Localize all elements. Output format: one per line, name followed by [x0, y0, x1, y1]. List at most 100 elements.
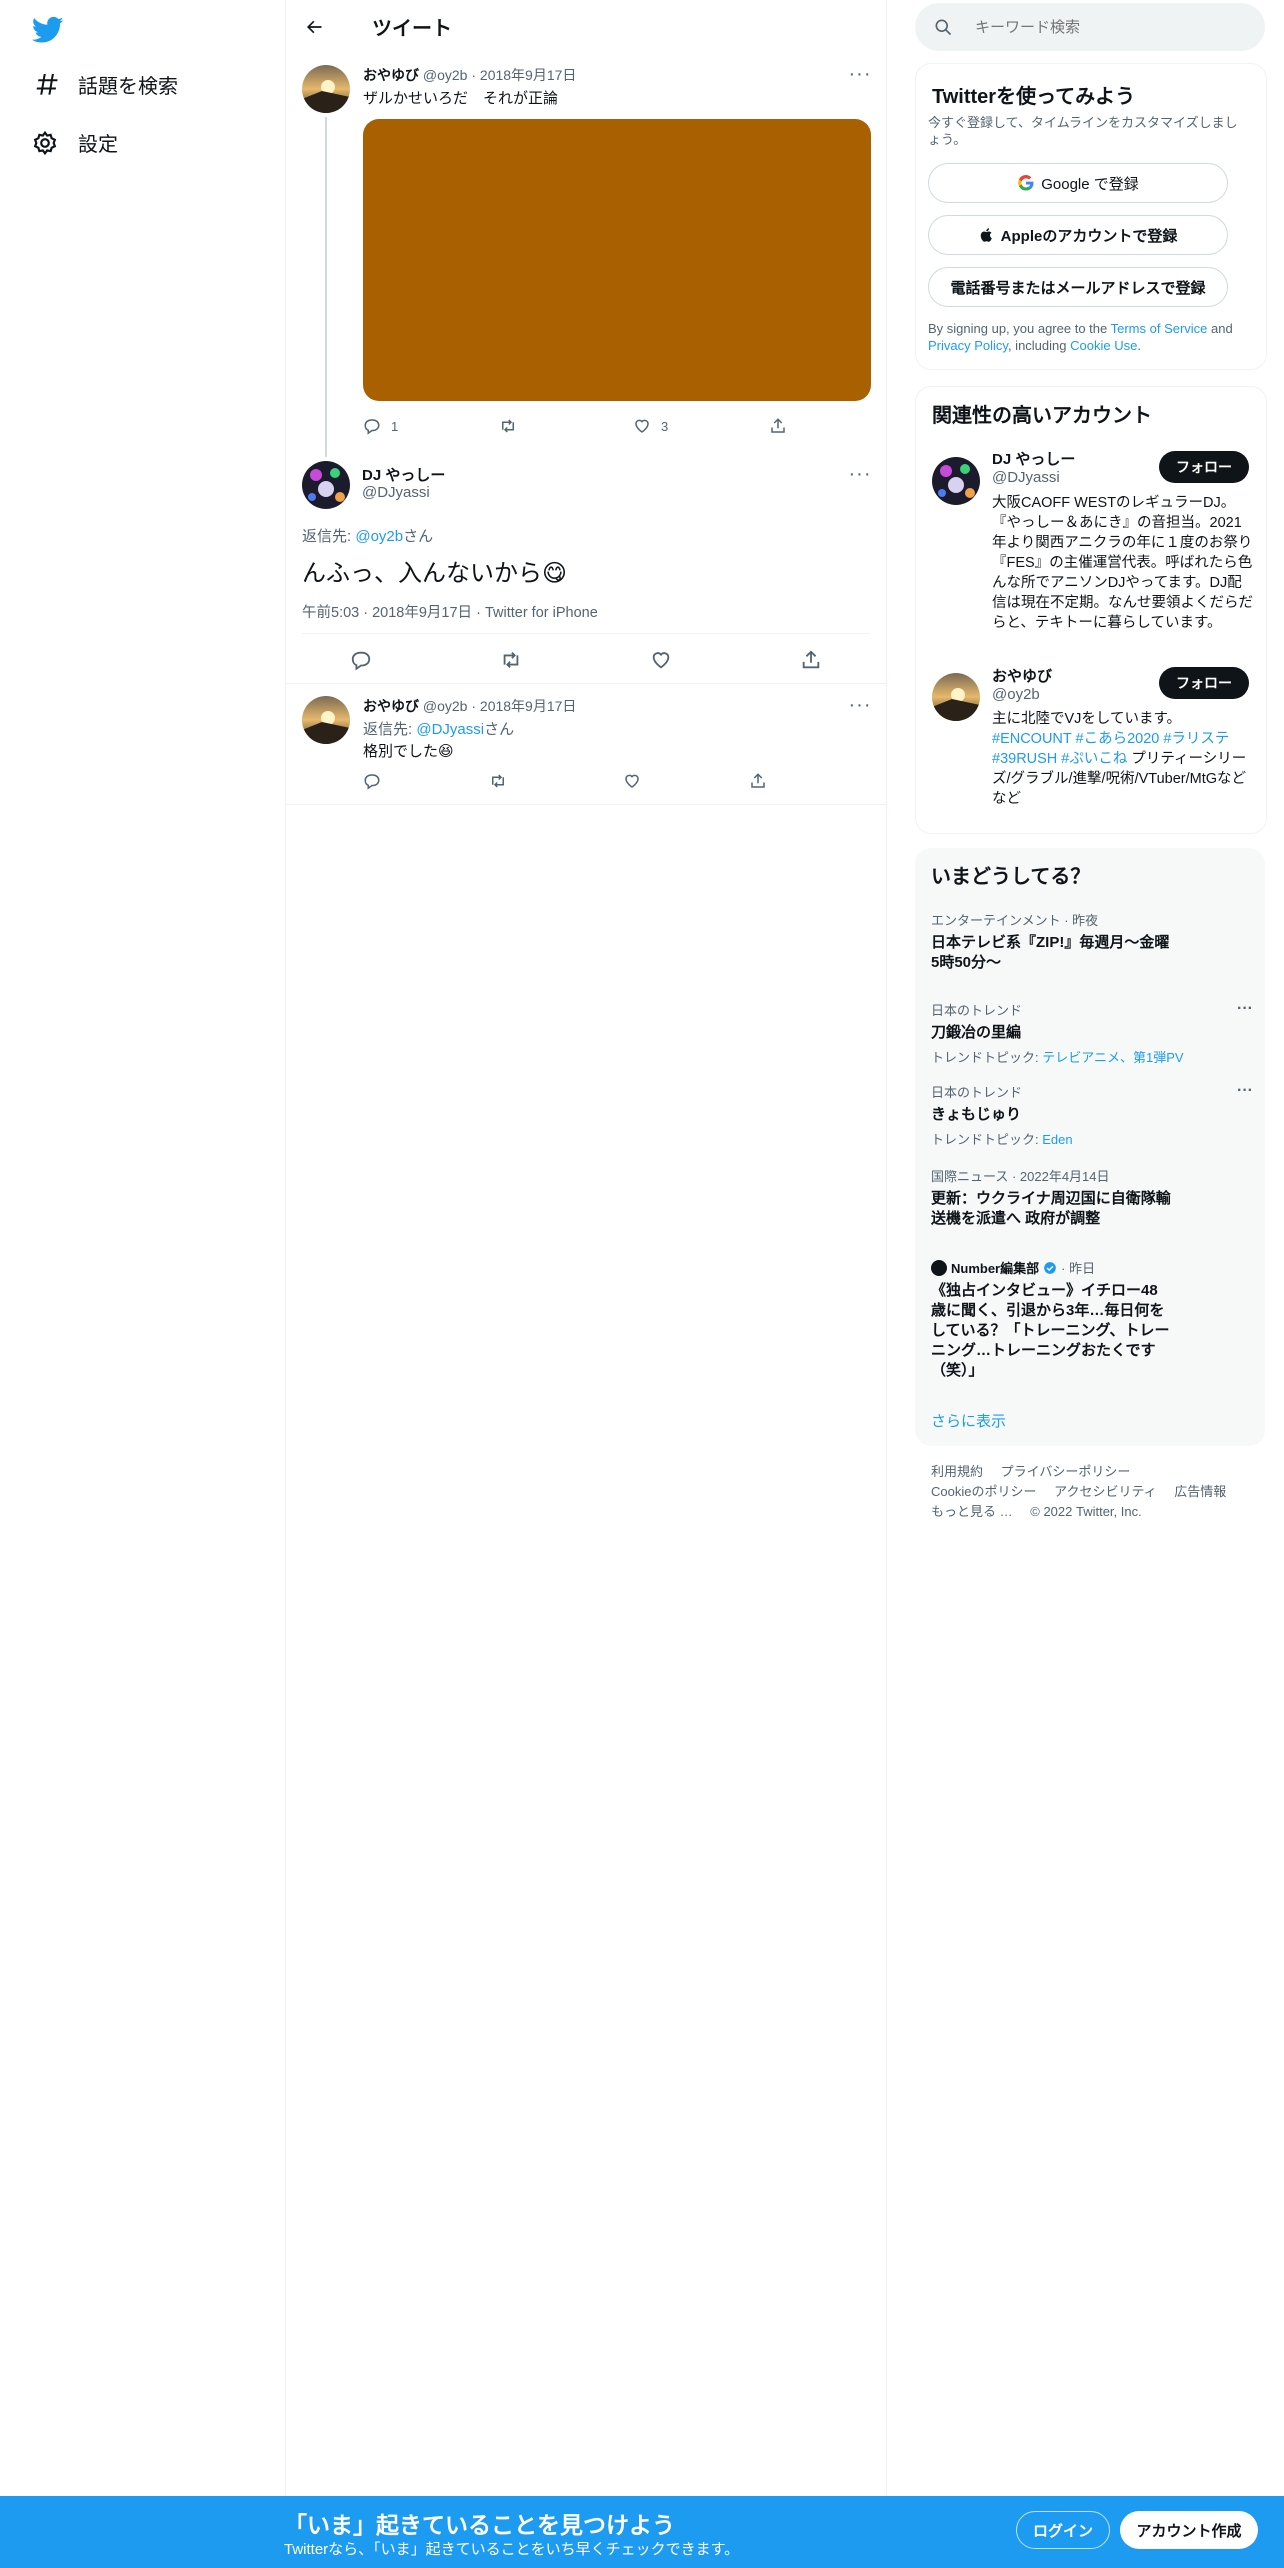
nav-settings[interactable]: 設定	[32, 128, 118, 157]
reply-to-link[interactable]: @oy2b	[355, 528, 403, 545]
avatar[interactable]	[302, 65, 350, 113]
account-name[interactable]: おやゆび	[992, 665, 1052, 686]
phone-email-signup-button[interactable]: 電話番号またはメールアドレスで登録	[928, 267, 1228, 307]
like-button[interactable]: 3	[633, 417, 769, 435]
reply-tweet[interactable]: おやゆび @oy2b · 2018年9月17日 ··· 返信先: @DJyass…	[286, 684, 886, 804]
trend-title: 日本テレビ系『ZIP!』毎週月〜金曜 5時50分〜	[931, 934, 1170, 971]
account-bio: 主に北陸でVJをしています。#ENCOUNT #こあら2020 #ラリステ #3…	[992, 709, 1254, 809]
trend-title: 《独占インタビュー》イチロー48歳に聞く、引退から3年…毎日何をしている？「トレ…	[931, 1282, 1170, 1379]
footer-link[interactable]: Cookieのポリシー	[931, 1484, 1036, 1499]
trend-title: 更新：ウクライナ周辺国に自衛隊輸送機を派遣へ 政府が調整	[931, 1190, 1171, 1227]
avatar-image-icon	[302, 696, 350, 744]
footer-link[interactable]: もっと見る …	[931, 1504, 1013, 1519]
share-button[interactable]	[749, 772, 767, 790]
avatar[interactable]	[932, 457, 980, 505]
account-item[interactable]: DJ やっしー @DJyassi フォロー 大阪CAOFF WESTのレギュラー…	[916, 445, 1266, 655]
retweet-button[interactable]	[489, 772, 623, 790]
tweet-header: おやゆび @oy2b · 2018年9月17日	[363, 65, 576, 85]
avatar[interactable]	[302, 696, 350, 744]
account-handle[interactable]: @oy2b	[992, 686, 1040, 703]
follow-button[interactable]: フォロー	[1159, 667, 1249, 699]
footer-link[interactable]: 広告情報	[1174, 1484, 1226, 1499]
trend-item[interactable]: 日本のトレンド きょもじゅり トレンドトピック: Eden	[931, 1082, 1241, 1148]
reply-button[interactable]: 1	[363, 417, 499, 435]
trend-context: Number編集部 · 昨日	[931, 1258, 1241, 1277]
reply-button[interactable]	[363, 772, 489, 790]
trends-card: いまどうしてる？ エンターテインメント · 昨夜 日本テレビ系『ZIP!』毎週月…	[915, 848, 1265, 1446]
login-button[interactable]: ログイン	[1016, 2511, 1110, 2549]
trend-more-button[interactable]: ···	[1237, 1000, 1253, 1018]
trend-item[interactable]: Number編集部 · 昨日 《独占インタビュー》イチロー48歳に聞く、引退から…	[931, 1258, 1241, 1381]
more-button[interactable]: ···	[849, 694, 871, 716]
like-count: 3	[661, 418, 669, 434]
signup-card: Twitterを使ってみよう 今すぐ登録して、タイムラインをカスタマイズしましょ…	[915, 63, 1267, 370]
trends-title: いまどうしてる？	[931, 866, 1091, 888]
reply-suffix: さん	[484, 721, 515, 738]
avatar[interactable]	[302, 461, 350, 509]
search-bar[interactable]	[915, 3, 1265, 51]
heart-icon	[625, 774, 639, 788]
publisher-avatar-icon	[931, 1259, 947, 1276]
avatar[interactable]	[932, 673, 980, 721]
like-button[interactable]	[650, 649, 672, 671]
apple-logo-icon	[980, 228, 992, 242]
more-button[interactable]: ···	[849, 463, 871, 485]
trend-topic-link[interactable]: テレビアニメ、第1弾PV	[1042, 1050, 1183, 1065]
trend-topic-prefix: トレンドトピック:	[931, 1132, 1043, 1147]
reply-button[interactable]	[350, 649, 372, 671]
reply-icon	[364, 774, 380, 790]
more-icon: ···	[1237, 1082, 1253, 1099]
footer-links: 利用規約 プライバシーポリシー Cookieのポリシー アクセシビリティ 広告情…	[931, 1462, 1261, 1522]
show-more-link[interactable]: さらに表示	[931, 1410, 1006, 1431]
trend-topic-link[interactable]: Eden	[1042, 1132, 1072, 1147]
retweet-button[interactable]	[499, 417, 633, 435]
author-name[interactable]: DJ やっしー	[362, 464, 445, 485]
signup-button[interactable]: アカウント作成	[1120, 2511, 1258, 2549]
privacy-policy-link[interactable]: Privacy Policy	[928, 338, 1008, 353]
google-signup-button[interactable]: Google で登録	[928, 163, 1228, 203]
account-item[interactable]: おやゆび @oy2b フォロー 主に北陸でVJをしています。#ENCOUNT #…	[916, 667, 1266, 823]
trend-item[interactable]: 日本のトレンド 刀鍛冶の里編 トレンドトピック: テレビアニメ、第1弾PV	[931, 1000, 1241, 1066]
search-input[interactable]	[973, 17, 1237, 37]
share-button[interactable]	[769, 417, 787, 435]
author-handle[interactable]: @DJyassi	[362, 484, 430, 501]
back-button[interactable]	[296, 9, 332, 45]
author-name[interactable]: おやゆび	[363, 67, 419, 83]
divider	[286, 804, 886, 805]
twitter-logo-icon[interactable]	[32, 14, 64, 46]
retweet-button[interactable]	[500, 649, 522, 671]
tweet-text: ザルかせいろだ それが正論	[363, 90, 559, 107]
author-handle-date[interactable]: @oy2b · 2018年9月17日	[423, 67, 577, 83]
parent-tweet[interactable]: おやゆび @oy2b · 2018年9月17日 ··· ザルかせいろだ それが正…	[286, 53, 886, 457]
footer-link[interactable]: 利用規約	[931, 1464, 983, 1479]
thread-line	[325, 117, 327, 457]
heart-icon	[652, 652, 670, 669]
follow-button[interactable]: フォロー	[1159, 451, 1249, 483]
terms-of-service-link[interactable]: Terms of Service	[1111, 321, 1208, 336]
share-button[interactable]	[800, 649, 822, 671]
tweet-timestamp[interactable]: 午前5:03 · 2018年9月17日 · Twitter for iPhone	[302, 601, 598, 622]
cookie-use-link[interactable]: Cookie Use	[1070, 338, 1137, 353]
avatar-image-icon	[932, 457, 980, 505]
nav-explore-label: 話題を検索	[78, 76, 178, 98]
tweet-media[interactable]	[363, 119, 871, 401]
account-handle[interactable]: @DJyassi	[992, 469, 1060, 486]
footer-link[interactable]: プライバシーポリシー	[1001, 1464, 1131, 1479]
trend-topic: トレンドトピック: Eden	[931, 1129, 1241, 1148]
gear-icon	[33, 130, 57, 155]
account-name[interactable]: DJ やっしー	[992, 448, 1075, 469]
main-column: ツイート おやゆび @oy2b · 2018年9月17日 ··· ザルかせいろだ…	[285, 0, 887, 2500]
reply-to-link[interactable]: @DJyassi	[416, 721, 484, 738]
footer-link[interactable]: アクセシビリティ	[1054, 1484, 1157, 1499]
like-button[interactable]	[623, 772, 749, 790]
trend-item[interactable]: 国際ニュース · 2022年4月14日 更新：ウクライナ周辺国に自衛隊輸送機を派…	[931, 1166, 1241, 1229]
trend-more-button[interactable]: ···	[1237, 1082, 1253, 1100]
account-bio-text: 主に北陸でVJをしています。	[992, 711, 1182, 727]
trend-item[interactable]: エンターテインメント · 昨夜 日本テレビ系『ZIP!』毎週月〜金曜 5時50分…	[931, 910, 1241, 973]
apple-signup-button[interactable]: Appleのアカウントで登録	[928, 215, 1228, 255]
more-button[interactable]: ···	[849, 63, 871, 85]
nav-explore[interactable]: 話題を検索	[32, 70, 178, 99]
author-handle-date[interactable]: @oy2b · 2018年9月17日	[423, 698, 577, 714]
focused-tweet: DJ やっしー @DJyassi ··· 返信先: @oy2bさん んふっ、入ん…	[286, 453, 886, 683]
author-name[interactable]: おやゆび	[363, 698, 419, 714]
